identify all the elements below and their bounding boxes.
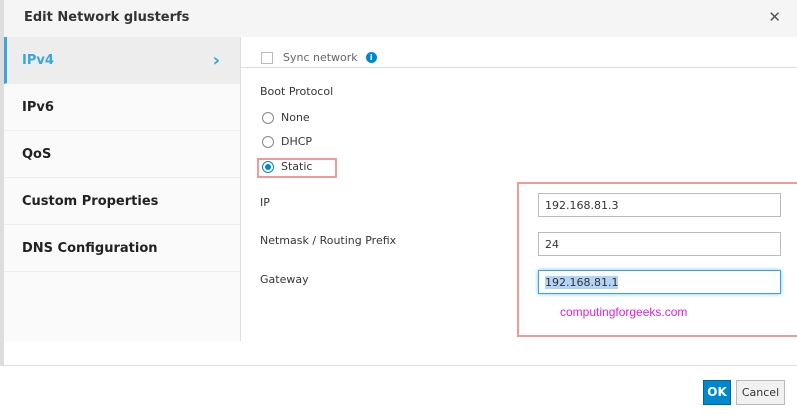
- dialog-footer: [0, 365, 797, 420]
- netmask-input[interactable]: 24: [538, 232, 781, 256]
- dialog-title: Edit Network glusterfs: [24, 10, 190, 25]
- info-icon[interactable]: i: [365, 52, 377, 63]
- sidebar-item-label: Custom Properties: [22, 193, 159, 209]
- selected-text: 192.168.81.1: [545, 276, 619, 289]
- ip-label: IP: [260, 196, 270, 209]
- radio-label: DHCP: [281, 135, 313, 148]
- sidebar-item-label: QoS: [22, 146, 52, 162]
- sidebar-item-ipv4[interactable]: IPv4 ›: [4, 37, 240, 84]
- radio-dhcp[interactable]: DHCP: [262, 135, 312, 148]
- sidebar-item-ipv6[interactable]: IPv6: [4, 84, 240, 131]
- boot-protocol-label: Boot Protocol: [260, 85, 334, 98]
- divider: [241, 67, 797, 68]
- sidebar-item-dns-configuration[interactable]: DNS Configuration: [4, 225, 240, 272]
- radio-button[interactable]: [262, 111, 274, 124]
- ip-input[interactable]: 192.168.81.3: [538, 193, 781, 217]
- sidebar-item-label: IPv4: [22, 52, 54, 68]
- sync-network-label: Sync network: [283, 51, 358, 64]
- sync-network-checkbox[interactable]: [261, 51, 273, 64]
- sync-network[interactable]: Sync network i: [261, 51, 377, 64]
- chevron-right-icon: ›: [212, 50, 220, 71]
- highlight-box: [257, 158, 337, 178]
- radio-none[interactable]: None: [262, 111, 310, 124]
- sidebar-item-qos[interactable]: QoS: [4, 131, 240, 178]
- sidebar-item-label: DNS Configuration: [22, 240, 158, 256]
- dialog-header: Edit Network glusterfs ✕: [0, 0, 797, 37]
- ok-button[interactable]: OK: [703, 380, 731, 405]
- close-icon[interactable]: ✕: [768, 8, 781, 26]
- gateway-label: Gateway: [260, 273, 309, 286]
- radio-button[interactable]: [262, 135, 274, 148]
- sidebar: IPv4 › IPv6 QoS Custom Properties DNS Con…: [4, 37, 241, 341]
- watermark: computingforgeeks.com: [560, 305, 688, 319]
- gateway-input[interactable]: 192.168.81.1: [538, 270, 781, 294]
- sidebar-item-custom-properties[interactable]: Custom Properties: [4, 178, 240, 225]
- ipv4-panel: Sync network i Boot Protocol None DHCP S…: [241, 37, 797, 365]
- netmask-label: Netmask / Routing Prefix: [260, 234, 397, 247]
- radio-label: None: [281, 111, 310, 124]
- cancel-button[interactable]: Cancel: [736, 380, 785, 405]
- sidebar-item-label: IPv6: [22, 99, 54, 115]
